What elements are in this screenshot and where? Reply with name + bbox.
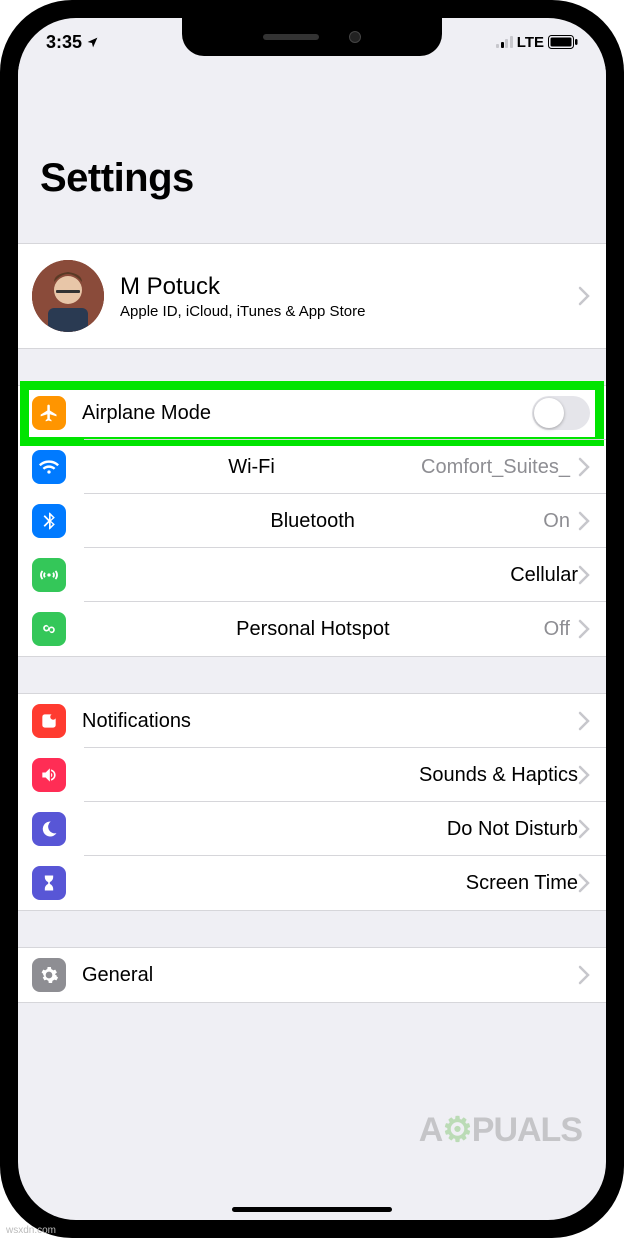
- bluetooth-row[interactable]: Bluetooth On: [18, 494, 606, 548]
- notch: [182, 18, 442, 56]
- wifi-row[interactable]: Wi-Fi Comfort_Suites_: [18, 440, 606, 494]
- airplane-toggle[interactable]: [532, 396, 590, 430]
- chevron-icon: [578, 819, 590, 839]
- battery-icon: [548, 35, 578, 49]
- gear-icon: [32, 958, 66, 992]
- hotspot-row[interactable]: Personal Hotspot Off: [18, 602, 606, 656]
- general-row[interactable]: General: [18, 948, 606, 1002]
- sounds-icon: [32, 758, 66, 792]
- hotspot-value: Off: [544, 618, 570, 641]
- cellular-row[interactable]: Cellular: [18, 548, 606, 602]
- wifi-value: Comfort_Suites_: [421, 456, 570, 479]
- general-group: General: [18, 947, 606, 1003]
- notifications-row[interactable]: Notifications: [18, 694, 606, 748]
- chevron-icon: [578, 565, 590, 585]
- status-time: 3:35: [46, 32, 82, 53]
- notifications-group: Notifications Sounds & Haptics Do Not Di…: [18, 693, 606, 911]
- screen: 3:35 LTE Settings: [18, 18, 606, 1220]
- notifications-label: Notifications: [82, 710, 191, 733]
- notifications-icon: [32, 704, 66, 738]
- phone-frame: 3:35 LTE Settings: [0, 0, 624, 1238]
- sounds-label: Sounds & Haptics: [419, 764, 578, 787]
- hotspot-icon: [32, 612, 66, 646]
- chevron-icon: [578, 286, 590, 306]
- chevron-icon: [578, 457, 590, 477]
- bluetooth-label: Bluetooth: [270, 510, 355, 533]
- home-indicator[interactable]: [232, 1207, 392, 1212]
- page-title: Settings: [40, 156, 584, 201]
- airplane-label: Airplane Mode: [82, 402, 211, 425]
- bluetooth-icon: [32, 504, 66, 538]
- chevron-icon: [578, 765, 590, 785]
- chevron-icon: [578, 965, 590, 985]
- airplane-mode-row[interactable]: Airplane Mode: [18, 386, 606, 440]
- chevron-icon: [578, 619, 590, 639]
- cellular-icon: [32, 558, 66, 592]
- dnd-row[interactable]: Do Not Disturb: [18, 802, 606, 856]
- profile-subtitle: Apple ID, iCloud, iTunes & App Store: [120, 303, 578, 320]
- wifi-icon: [32, 450, 66, 484]
- location-icon: [86, 36, 99, 49]
- airplane-icon: [32, 396, 66, 430]
- bluetooth-value: On: [543, 510, 570, 533]
- chevron-icon: [578, 711, 590, 731]
- hourglass-icon: [32, 866, 66, 900]
- avatar: [32, 260, 104, 332]
- apple-id-row[interactable]: M Potuck Apple ID, iCloud, iTunes & App …: [18, 244, 606, 348]
- watermark: A⚙PUALS: [419, 1110, 582, 1150]
- wifi-label: Wi-Fi: [228, 456, 275, 479]
- signal-icon: [496, 36, 513, 48]
- general-label: General: [82, 964, 153, 987]
- profile-name: M Potuck: [120, 273, 578, 301]
- chevron-icon: [578, 873, 590, 893]
- profile-group: M Potuck Apple ID, iCloud, iTunes & App …: [18, 243, 606, 349]
- sounds-row[interactable]: Sounds & Haptics: [18, 748, 606, 802]
- moon-icon: [32, 812, 66, 846]
- chevron-icon: [578, 511, 590, 531]
- dnd-label: Do Not Disturb: [447, 818, 578, 841]
- screentime-row[interactable]: Screen Time: [18, 856, 606, 910]
- hotspot-label: Personal Hotspot: [236, 618, 389, 641]
- source-caption: wsxdn.com: [6, 1225, 56, 1236]
- screentime-label: Screen Time: [466, 872, 578, 895]
- connectivity-group: Airplane Mode Wi-Fi Comfort_Suites_ B: [18, 385, 606, 657]
- page-header: Settings: [18, 66, 606, 215]
- carrier-label: LTE: [517, 34, 544, 51]
- cellular-label: Cellular: [510, 564, 578, 587]
